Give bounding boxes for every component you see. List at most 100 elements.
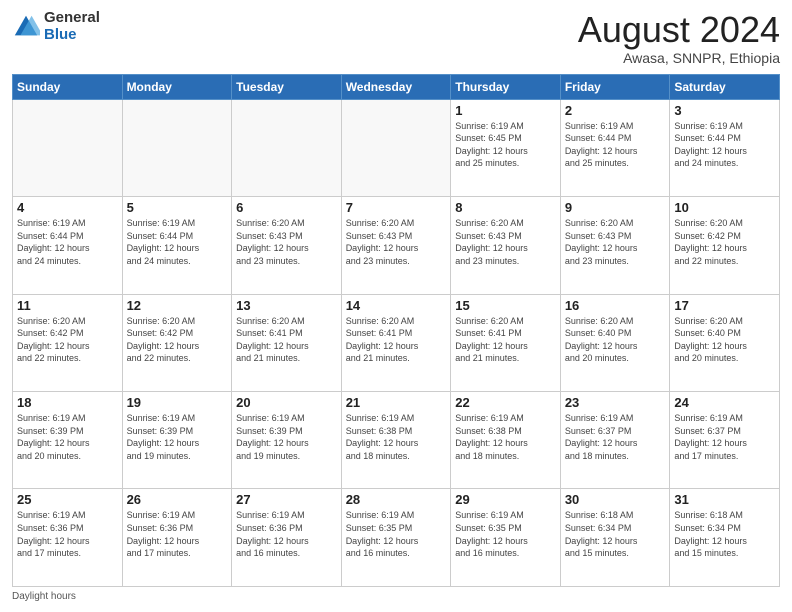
month-title: August 2024: [578, 10, 780, 50]
calendar-cell: 15Sunrise: 6:20 AM Sunset: 6:41 PM Dayli…: [451, 294, 561, 391]
calendar-cell: 26 Sunrise: 6:19 AM Sunset: 6:36 PM Dayli…: [122, 489, 232, 587]
calendar-cell: 8 Sunrise: 6:20 AM Sunset: 6:43 PM Daylig…: [451, 197, 561, 294]
day-info: Sunrise: 6:20 AM Sunset: 6:43 PM Dayligh…: [565, 217, 666, 267]
day-info: Sunrise: 6:19 AM Sunset: 6:39 PM Dayligh…: [127, 412, 228, 462]
calendar-cell: 4 Sunrise: 6:19 AM Sunset: 6:44 PM Daylig…: [13, 197, 123, 294]
day-number: 4: [17, 200, 118, 215]
day-number: 18: [17, 395, 118, 410]
day-number: 17: [674, 298, 775, 313]
calendar-cell: [341, 99, 451, 196]
day-info: Sunrise: 6:20 AM Sunset: 6:41 PM Dayligh…: [455, 315, 556, 365]
day-info: Sunrise: 6:19 AM Sunset: 6:44 PM Dayligh…: [127, 217, 228, 267]
calendar-cell: 2Sunrise: 6:19 AM Sunset: 6:44 PM Daylig…: [560, 99, 670, 196]
calendar-cell: [122, 99, 232, 196]
calendar-cell: 5Sunrise: 6:19 AM Sunset: 6:44 PM Daylig…: [122, 197, 232, 294]
day-info: Sunrise: 6:19 AM Sunset: 6:39 PM Dayligh…: [17, 412, 118, 462]
day-number: 2: [565, 103, 666, 118]
day-number: 26: [127, 492, 228, 507]
calendar-day-header: Tuesday: [232, 74, 342, 99]
logo: General Blue: [12, 10, 100, 43]
day-number: 29: [455, 492, 556, 507]
calendar-cell: 9 Sunrise: 6:20 AM Sunset: 6:43 PM Daylig…: [560, 197, 670, 294]
footer: Daylight hours: [12, 591, 780, 602]
calendar-week-row: 25Sunrise: 6:19 AM Sunset: 6:36 PM Dayli…: [13, 489, 780, 587]
page: General Blue August 2024 Awasa, SNNPR, E…: [0, 0, 792, 612]
calendar-cell: 10 Sunrise: 6:20 AM Sunset: 6:42 PM Dayli…: [670, 197, 780, 294]
calendar-cell: 3Sunrise: 6:19 AM Sunset: 6:44 PM Daylig…: [670, 99, 780, 196]
logo-general: General: [44, 10, 100, 27]
calendar-week-row: 1 Sunrise: 6:19 AM Sunset: 6:45 PM Daylig…: [13, 99, 780, 196]
day-info: Sunrise: 6:20 AM Sunset: 6:43 PM Dayligh…: [455, 217, 556, 267]
day-info: Sunrise: 6:20 AM Sunset: 6:42 PM Dayligh…: [17, 315, 118, 365]
day-number: 8: [455, 200, 556, 215]
day-info: Sunrise: 6:18 AM Sunset: 6:34 PM Dayligh…: [565, 509, 666, 559]
calendar-cell: 7Sunrise: 6:20 AM Sunset: 6:43 PM Daylig…: [341, 197, 451, 294]
day-info: Sunrise: 6:19 AM Sunset: 6:35 PM Dayligh…: [455, 509, 556, 559]
calendar-day-header: Wednesday: [341, 74, 451, 99]
calendar-day-header: Monday: [122, 74, 232, 99]
day-number: 24: [674, 395, 775, 410]
day-info: Sunrise: 6:20 AM Sunset: 6:40 PM Dayligh…: [674, 315, 775, 365]
calendar-cell: 13Sunrise: 6:20 AM Sunset: 6:41 PM Dayli…: [232, 294, 342, 391]
day-number: 28: [346, 492, 447, 507]
logo-blue: Blue: [44, 27, 100, 44]
day-number: 21: [346, 395, 447, 410]
day-info: Sunrise: 6:19 AM Sunset: 6:36 PM Dayligh…: [17, 509, 118, 559]
calendar-day-header: Sunday: [13, 74, 123, 99]
day-number: 9: [565, 200, 666, 215]
title-block: August 2024 Awasa, SNNPR, Ethiopia: [578, 10, 780, 66]
calendar-cell: 11 Sunrise: 6:20 AM Sunset: 6:42 PM Dayli…: [13, 294, 123, 391]
day-info: Sunrise: 6:19 AM Sunset: 6:35 PM Dayligh…: [346, 509, 447, 559]
calendar-cell: 28 Sunrise: 6:19 AM Sunset: 6:35 PM Dayli…: [341, 489, 451, 587]
calendar-day-header: Friday: [560, 74, 670, 99]
day-info: Sunrise: 6:19 AM Sunset: 6:44 PM Dayligh…: [17, 217, 118, 267]
calendar-cell: 29 Sunrise: 6:19 AM Sunset: 6:35 PM Dayli…: [451, 489, 561, 587]
day-number: 14: [346, 298, 447, 313]
day-info: Sunrise: 6:20 AM Sunset: 6:40 PM Dayligh…: [565, 315, 666, 365]
day-number: 16: [565, 298, 666, 313]
day-number: 30: [565, 492, 666, 507]
calendar-week-row: 11 Sunrise: 6:20 AM Sunset: 6:42 PM Dayli…: [13, 294, 780, 391]
calendar-cell: [13, 99, 123, 196]
calendar-cell: 22Sunrise: 6:19 AM Sunset: 6:38 PM Dayli…: [451, 392, 561, 489]
day-info: Sunrise: 6:19 AM Sunset: 6:36 PM Dayligh…: [236, 509, 337, 559]
day-number: 1: [455, 103, 556, 118]
day-info: Sunrise: 6:18 AM Sunset: 6:34 PM Dayligh…: [674, 509, 775, 559]
day-number: 13: [236, 298, 337, 313]
day-info: Sunrise: 6:20 AM Sunset: 6:42 PM Dayligh…: [127, 315, 228, 365]
header: General Blue August 2024 Awasa, SNNPR, E…: [12, 10, 780, 66]
calendar-cell: 16 Sunrise: 6:20 AM Sunset: 6:40 PM Dayli…: [560, 294, 670, 391]
calendar-week-row: 18 Sunrise: 6:19 AM Sunset: 6:39 PM Dayli…: [13, 392, 780, 489]
day-info: Sunrise: 6:19 AM Sunset: 6:45 PM Dayligh…: [455, 120, 556, 170]
calendar-day-header: Thursday: [451, 74, 561, 99]
day-number: 10: [674, 200, 775, 215]
day-info: Sunrise: 6:19 AM Sunset: 6:36 PM Dayligh…: [127, 509, 228, 559]
day-info: Sunrise: 6:20 AM Sunset: 6:42 PM Dayligh…: [674, 217, 775, 267]
day-number: 23: [565, 395, 666, 410]
day-number: 6: [236, 200, 337, 215]
day-info: Sunrise: 6:19 AM Sunset: 6:38 PM Dayligh…: [346, 412, 447, 462]
day-info: Sunrise: 6:19 AM Sunset: 6:37 PM Dayligh…: [674, 412, 775, 462]
calendar-cell: 20Sunrise: 6:19 AM Sunset: 6:39 PM Dayli…: [232, 392, 342, 489]
calendar-cell: 25Sunrise: 6:19 AM Sunset: 6:36 PM Dayli…: [13, 489, 123, 587]
calendar-cell: 12Sunrise: 6:20 AM Sunset: 6:42 PM Dayli…: [122, 294, 232, 391]
calendar-cell: 14Sunrise: 6:20 AM Sunset: 6:41 PM Dayli…: [341, 294, 451, 391]
day-number: 3: [674, 103, 775, 118]
calendar-body: 1 Sunrise: 6:19 AM Sunset: 6:45 PM Daylig…: [13, 99, 780, 586]
day-number: 27: [236, 492, 337, 507]
calendar-cell: 31Sunrise: 6:18 AM Sunset: 6:34 PM Dayli…: [670, 489, 780, 587]
day-info: Sunrise: 6:19 AM Sunset: 6:37 PM Dayligh…: [565, 412, 666, 462]
logo-text: General Blue: [44, 10, 100, 43]
calendar-cell: 17 Sunrise: 6:20 AM Sunset: 6:40 PM Dayli…: [670, 294, 780, 391]
day-info: Sunrise: 6:20 AM Sunset: 6:43 PM Dayligh…: [236, 217, 337, 267]
calendar-cell: [232, 99, 342, 196]
calendar-cell: 23 Sunrise: 6:19 AM Sunset: 6:37 PM Dayli…: [560, 392, 670, 489]
calendar-cell: 19Sunrise: 6:19 AM Sunset: 6:39 PM Dayli…: [122, 392, 232, 489]
day-number: 22: [455, 395, 556, 410]
day-info: Sunrise: 6:20 AM Sunset: 6:43 PM Dayligh…: [346, 217, 447, 267]
calendar-header-row: SundayMondayTuesdayWednesdayThursdayFrid…: [13, 74, 780, 99]
calendar-day-header: Saturday: [670, 74, 780, 99]
day-number: 11: [17, 298, 118, 313]
calendar-cell: 18 Sunrise: 6:19 AM Sunset: 6:39 PM Dayli…: [13, 392, 123, 489]
day-number: 20: [236, 395, 337, 410]
